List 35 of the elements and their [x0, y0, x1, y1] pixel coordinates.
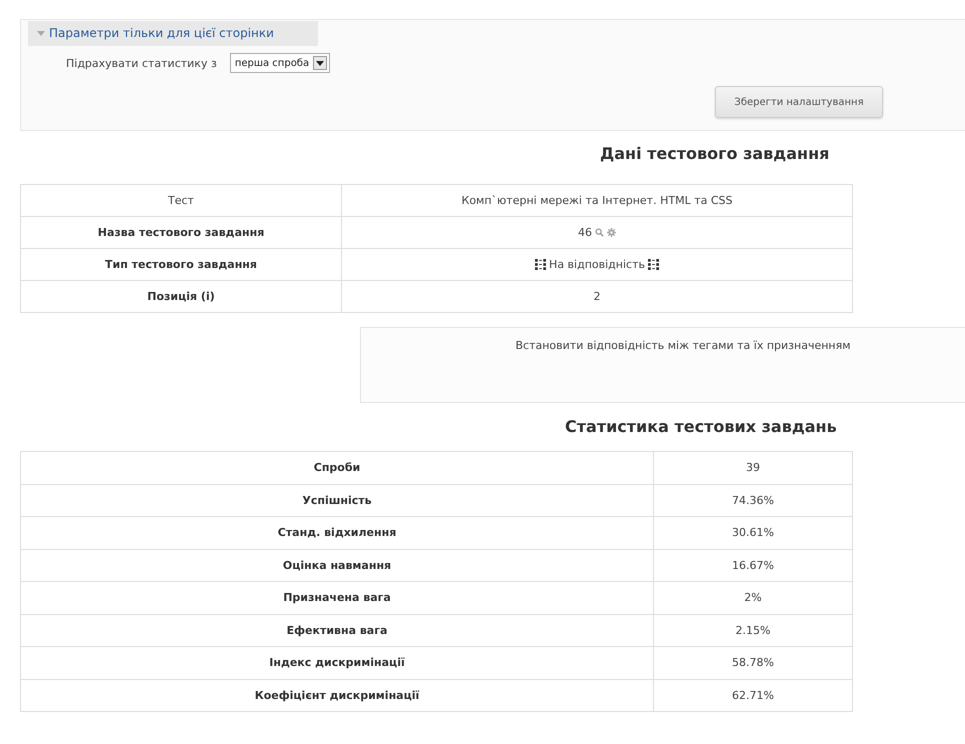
- table-cell: Коефіцієнт дискримінації: [20, 679, 654, 712]
- table-cell: 2.15%: [654, 614, 852, 646]
- table-cell: Тип тестового завдання: [20, 248, 342, 280]
- table-cell: На відповідність: [549, 258, 645, 271]
- search-icon[interactable]: [595, 228, 604, 238]
- table-cell: Назва тестового завдання: [20, 216, 342, 248]
- table-cell: 74.36%: [654, 484, 852, 516]
- section-heading: Статистика тестових завдань: [565, 417, 838, 438]
- table-cell: 30.61%: [654, 516, 852, 549]
- table-cell: Оцінка навмання: [20, 549, 654, 582]
- table-cell: 62.71%: [654, 679, 852, 712]
- table-cell: Спроби: [20, 452, 654, 484]
- settings-icon[interactable]: [607, 228, 616, 238]
- table-cell: 39: [654, 452, 852, 484]
- table-cell: Позиція (і): [20, 280, 342, 312]
- table-cell: Комп`ютерні мережі та Інтернет. HTML та CSS: [342, 184, 852, 216]
- section-toggle[interactable]: Параметри тільки для цієї сторінки: [28, 21, 318, 46]
- table-cell: 2%: [654, 582, 852, 614]
- table-cell: Ефективна вага: [20, 614, 654, 646]
- select-field[interactable]: перша спроба: [230, 53, 330, 73]
- grid-icon: [648, 259, 659, 270]
- table-cell: 58.78%: [654, 646, 852, 679]
- table-cell: Індекс дискримінації: [20, 646, 654, 679]
- table-cell: 46: [578, 226, 592, 239]
- grid-icon: [535, 259, 546, 270]
- table-cell: 16.67%: [654, 549, 852, 582]
- save-button[interactable]: Зберегти налаштування: [715, 86, 883, 118]
- table-cell: Станд. відхилення: [20, 516, 654, 549]
- table-cell: Призначена вага: [20, 582, 654, 614]
- question-text: Встановити відповідність між тегами та їх призначенням: [515, 339, 851, 354]
- field-label: Підрахувати статистику з: [66, 56, 217, 70]
- table-cell: Успішність: [20, 484, 654, 516]
- table-cell: 2: [342, 280, 852, 312]
- table-cell: Тест: [20, 184, 342, 216]
- section-heading: Дані тестового завдання: [600, 144, 830, 165]
